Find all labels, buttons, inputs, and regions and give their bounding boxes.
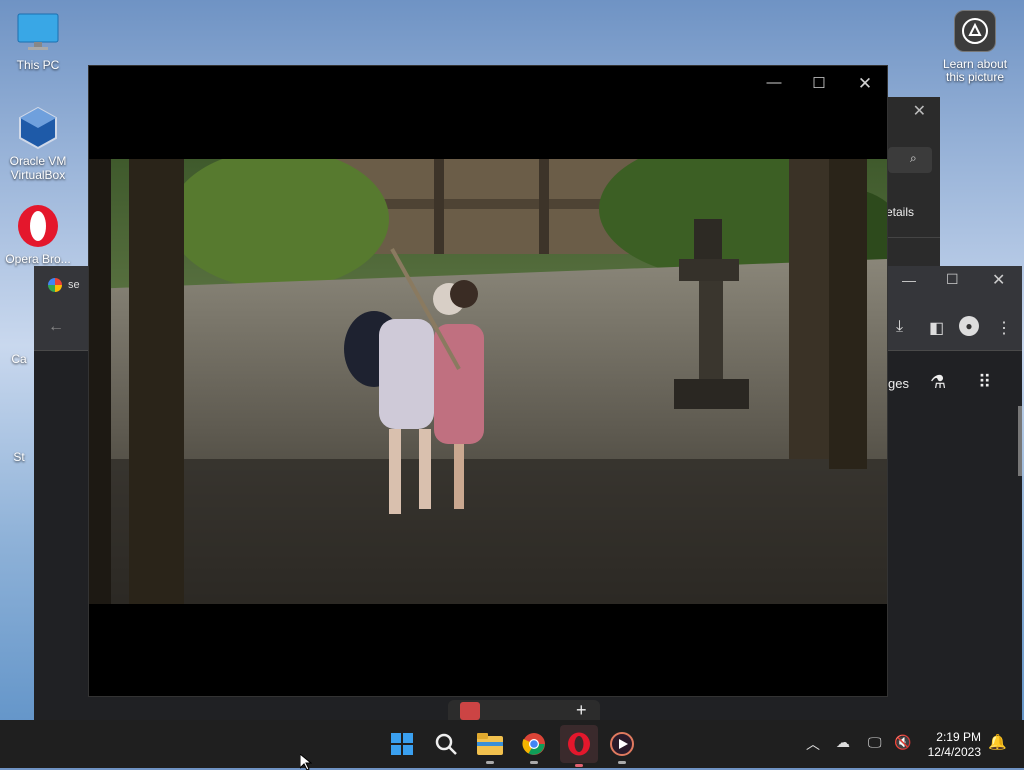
- file-explorer-button[interactable]: [474, 728, 506, 764]
- plus-icon[interactable]: +: [576, 700, 587, 721]
- maximize-icon[interactable]: ☐: [804, 74, 834, 92]
- chevron-up-icon[interactable]: ︿: [806, 734, 820, 754]
- onedrive-icon[interactable]: ☁: [836, 734, 850, 751]
- volume-muted-icon[interactable]: 🔇: [894, 734, 911, 751]
- media-player-window[interactable]: — ☐ ✕: [88, 65, 888, 697]
- menu-icon[interactable]: ⋮: [996, 318, 1012, 338]
- back-icon[interactable]: ←: [48, 318, 64, 336]
- google-top-links: ges ⚗ ⠿: [888, 350, 1022, 393]
- maximize-icon[interactable]: ☐: [946, 271, 959, 288]
- profile-icon[interactable]: ●: [959, 316, 979, 336]
- running-indicator: [618, 761, 626, 764]
- desktop-icon-opera[interactable]: Opera Bro...: [0, 204, 76, 266]
- close-icon[interactable]: ✕: [992, 270, 1005, 290]
- media-player-icon: [610, 732, 634, 756]
- camera-icon: [954, 10, 996, 52]
- close-icon[interactable]: ✕: [850, 74, 880, 94]
- clock[interactable]: 2:19 PM 12/4/2023: [928, 730, 981, 760]
- start-button[interactable]: [386, 728, 418, 760]
- clock-time: 2:19 PM: [936, 730, 981, 744]
- learn-about-picture[interactable]: Learn about this picture: [936, 10, 1014, 84]
- start-icon: [391, 733, 413, 755]
- video-frame[interactable]: [89, 159, 887, 604]
- clock-date: 12/4/2023: [927, 745, 981, 759]
- divider: [880, 237, 940, 238]
- details-text: etails: [886, 205, 915, 219]
- media-player-button[interactable]: [606, 728, 638, 764]
- desktop-icon-label: This PC: [16, 58, 60, 72]
- task-view-strip: +: [448, 700, 600, 720]
- network-icon[interactable]: 🖵: [868, 734, 882, 751]
- search-box[interactable]: ⌕: [888, 147, 932, 173]
- desktop-icon-label: Opera Bro...: [5, 252, 71, 266]
- search-icon: [435, 733, 457, 755]
- file-explorer-icon: [477, 733, 503, 755]
- thumbnail-icon[interactable]: [460, 702, 480, 720]
- search-icon: ⌕: [910, 151, 917, 165]
- close-icon[interactable]: ✕: [913, 101, 926, 121]
- search-button[interactable]: [430, 728, 462, 760]
- running-indicator: [530, 761, 538, 764]
- apps-grid-icon[interactable]: ⠿: [978, 372, 991, 393]
- running-indicator: [575, 764, 583, 767]
- side-panel-icon[interactable]: ◧: [929, 318, 944, 338]
- chrome-icon: [522, 733, 545, 755]
- chrome-button[interactable]: [518, 728, 550, 764]
- images-link[interactable]: ges: [888, 376, 909, 391]
- opera-icon: [16, 204, 60, 248]
- scrollbar[interactable]: [1018, 406, 1022, 476]
- notification-bell-icon[interactable]: 🔔: [988, 733, 1007, 751]
- monitor-icon: [16, 10, 60, 54]
- desktop-icon-label: Ca: [11, 352, 27, 366]
- minimize-icon[interactable]: —: [759, 74, 789, 91]
- tab-title: se: [68, 278, 80, 291]
- desktop-icon-virtualbox[interactable]: Oracle VM VirtualBox: [0, 106, 76, 182]
- video-still: [89, 159, 887, 604]
- labs-icon[interactable]: ⚗: [930, 372, 946, 393]
- download-icon[interactable]: ⤓: [896, 318, 903, 336]
- opera-button[interactable]: [560, 725, 598, 767]
- running-indicator: [486, 761, 494, 764]
- spotlight-label: Learn about this picture: [942, 57, 1008, 84]
- virtualbox-icon: [16, 106, 60, 150]
- opera-icon: [568, 732, 590, 756]
- desktop-icon-this-pc[interactable]: This PC: [0, 10, 76, 72]
- minimize-icon[interactable]: —: [902, 272, 916, 288]
- taskbar: ︿ ☁ 🖵 🔇 2:19 PM 12/4/2023 🔔: [0, 720, 1024, 768]
- background-window[interactable]: ✕ ⌕ etails: [880, 97, 940, 267]
- desktop-icon-label: St: [13, 450, 25, 464]
- google-icon: [48, 278, 62, 292]
- desktop-icon-label: Oracle VM VirtualBox: [9, 154, 67, 182]
